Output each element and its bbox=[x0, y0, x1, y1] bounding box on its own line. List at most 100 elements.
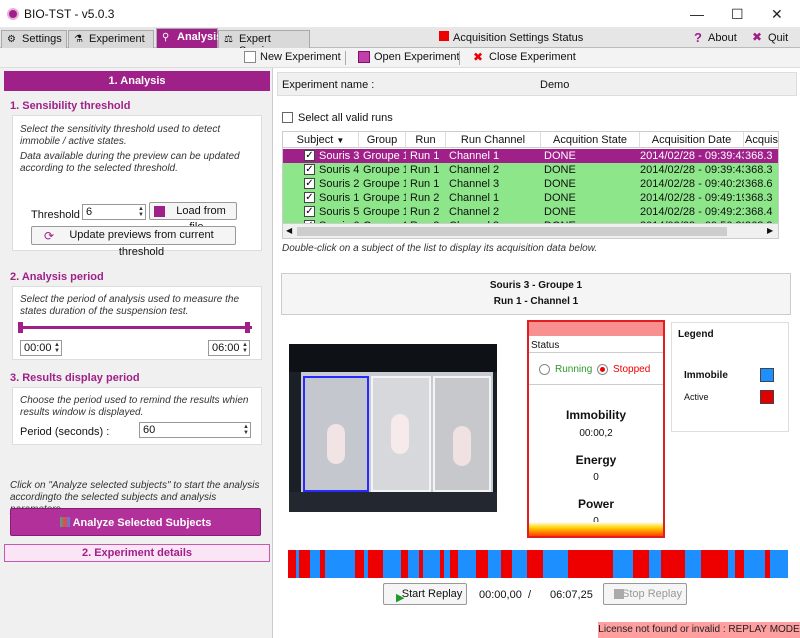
stop-replay-button[interactable]: Stop Replay bbox=[603, 583, 687, 605]
immobile-segment bbox=[628, 550, 633, 578]
spin-arrows-icon[interactable]: ▲ ▼ bbox=[242, 342, 248, 354]
analysis-section-header[interactable]: 1. Analysis bbox=[4, 71, 270, 91]
experiment-name-bar: Experiment name : Demo bbox=[277, 72, 797, 96]
quit-link[interactable]: Quit bbox=[768, 32, 788, 44]
refresh-icon: ⟳ bbox=[44, 229, 55, 243]
range-end-handle[interactable] bbox=[245, 322, 250, 333]
legend-active-swatch bbox=[760, 390, 774, 404]
table-cell: Run 2 bbox=[410, 192, 440, 204]
column-header-run[interactable]: Run bbox=[406, 132, 446, 148]
update-previews-button[interactable]: ⟳ Update previews from current threshold bbox=[31, 226, 236, 258]
column-header-subject[interactable]: Subject ▼ bbox=[283, 132, 359, 148]
immobile-segment bbox=[310, 550, 320, 578]
period-end-spinbox[interactable]: 06:00 ▲ ▼ bbox=[208, 340, 250, 356]
quit-icon[interactable]: ✖ bbox=[752, 30, 762, 44]
table-row[interactable]: ✓ Souris 4 Groupe 1 Run 1 Channel 2 DONE 2014/… bbox=[283, 163, 778, 177]
tab-analysis-label: Analysis bbox=[177, 31, 223, 43]
table-body: ✓ Souris 3 Groupe 1 Run 1 Channel 1 DONE 2014/… bbox=[283, 149, 778, 224]
experiment-panel: Experiment name : Demo Select all valid … bbox=[272, 68, 800, 638]
column-header-acquisition-state[interactable]: Acquition State bbox=[541, 132, 640, 148]
legend-active-label: Active bbox=[684, 392, 709, 402]
immobile-segment bbox=[744, 550, 757, 578]
select-all-checkbox[interactable] bbox=[282, 112, 293, 123]
row-checkbox[interactable]: ✓ bbox=[304, 178, 315, 189]
column-header-group[interactable]: Group bbox=[359, 132, 406, 148]
stop-icon bbox=[614, 589, 624, 599]
immobile-segment bbox=[344, 550, 355, 578]
spin-arrows-icon[interactable]: ▲ ▼ bbox=[54, 342, 60, 354]
immobile-segment bbox=[651, 550, 661, 578]
tab-experiment[interactable]: ⚗ Experiment bbox=[68, 30, 154, 48]
period-seconds-spinbox[interactable]: 60 ▲ ▼ bbox=[139, 422, 251, 438]
column-header-acquisition-duration[interactable]: Acquis bbox=[744, 132, 778, 148]
threshold-value: 6 bbox=[86, 206, 93, 218]
scroll-right-icon[interactable]: ▶ bbox=[767, 226, 773, 235]
immobile-segment bbox=[543, 550, 551, 578]
about-link[interactable]: About bbox=[708, 32, 737, 44]
table-row[interactable]: ✓ Souris 1 Groupe 1 Run 2 Channel 1 DONE 2014/… bbox=[283, 191, 778, 205]
select-all-label: Select all valid runs bbox=[298, 112, 393, 124]
load-file-icon bbox=[154, 206, 165, 217]
table-cell: Run 1 bbox=[410, 164, 440, 176]
table-cell: DONE bbox=[544, 150, 576, 162]
immobile-segment bbox=[732, 550, 735, 578]
table-row[interactable]: ✓ Souris 2 Groupe 1 Run 1 Channel 3 DONE 2014/… bbox=[283, 177, 778, 191]
chart-icon bbox=[59, 517, 70, 527]
table-cell: DONE bbox=[544, 192, 576, 204]
power-label: Power bbox=[577, 497, 614, 511]
immobile-segment bbox=[685, 550, 699, 578]
mouse-3 bbox=[453, 426, 471, 466]
running-radio[interactable] bbox=[539, 364, 550, 375]
immobile-segment bbox=[499, 550, 501, 578]
experiment-details-section-header[interactable]: 2. Experiment details bbox=[4, 544, 270, 562]
app-logo-icon bbox=[7, 8, 19, 20]
video-floor bbox=[289, 492, 497, 512]
new-experiment-button[interactable]: New Experiment bbox=[244, 51, 341, 63]
help-icon[interactable]: ? bbox=[694, 30, 702, 45]
horizontal-scrollbar[interactable]: ◀ ▶ bbox=[283, 223, 778, 238]
row-checkbox[interactable]: ✓ bbox=[304, 192, 315, 203]
legend-immobile-swatch bbox=[760, 368, 774, 382]
threshold-spinbox[interactable]: 6 ▲ ▼ bbox=[82, 204, 146, 220]
scroll-left-icon[interactable]: ◀ bbox=[286, 226, 292, 235]
start-replay-button[interactable]: ▶ Start Replay bbox=[383, 583, 467, 605]
table-cell: 368.3 bbox=[745, 150, 773, 162]
tab-analysis[interactable]: ⚲ Analysis bbox=[156, 28, 222, 48]
row-checkbox[interactable]: ✓ bbox=[304, 164, 315, 175]
state-timeline[interactable] bbox=[288, 550, 788, 578]
table-row[interactable]: ✓ Souris 5 Groupe 1 Run 2 Channel 2 DONE 2014/… bbox=[283, 205, 778, 219]
spin-arrows-icon[interactable]: ▲ ▼ bbox=[243, 424, 249, 436]
tab-settings[interactable]: ⚙ Settings bbox=[1, 30, 67, 48]
open-experiment-button[interactable]: Open Experiment bbox=[358, 51, 460, 63]
tab-expert-scoring[interactable]: ⚖Expert Scoring bbox=[218, 30, 310, 57]
selected-run-line: Run 1 - Channel 1 bbox=[493, 296, 579, 307]
mouse-2 bbox=[391, 414, 409, 454]
close-window-button[interactable]: ✕ bbox=[771, 6, 783, 23]
minimize-button[interactable]: — bbox=[690, 6, 704, 22]
immobile-segment bbox=[325, 550, 336, 578]
immobile-segment bbox=[431, 550, 440, 578]
main-tab-bar: ⚙ Settings ⚗ Experiment ⚲ Analysis ⚖ Expert … bbox=[0, 28, 800, 57]
period-seconds-label: Period (seconds) : bbox=[20, 426, 110, 438]
column-header-run-channel[interactable]: Run Channel bbox=[446, 132, 541, 148]
analysis-range-slider[interactable] bbox=[20, 326, 252, 329]
spin-arrows-icon[interactable]: ▲ ▼ bbox=[138, 206, 144, 218]
row-checkbox[interactable]: ✓ bbox=[304, 206, 315, 217]
table-cell: Groupe 1 bbox=[363, 178, 406, 190]
range-start-handle[interactable] bbox=[18, 322, 23, 333]
column-header-acquisition-date[interactable]: Acquisition Date bbox=[640, 132, 744, 148]
maximize-button[interactable]: ☐ bbox=[731, 6, 744, 23]
load-from-file-button[interactable]: Load from file... bbox=[149, 202, 237, 233]
stopped-radio[interactable] bbox=[597, 364, 608, 375]
legend-immobile-label: Immobile bbox=[684, 370, 728, 381]
table-row[interactable]: ✓ Souris 3 Groupe 1 Run 1 Channel 1 DONE 2014/… bbox=[283, 149, 778, 163]
scrollbar-thumb[interactable] bbox=[297, 227, 727, 236]
close-experiment-button[interactable]: ✖ Close Experiment bbox=[473, 51, 576, 63]
period-start-spinbox[interactable]: 00:00 ▲ ▼ bbox=[20, 340, 62, 356]
sort-down-icon[interactable]: ▼ bbox=[336, 136, 344, 145]
immobile-segment bbox=[458, 550, 466, 578]
row-checkbox[interactable]: ✓ bbox=[304, 150, 315, 161]
table-cell: Groupe 1 bbox=[363, 206, 406, 218]
analyze-selected-subjects-button[interactable]: Analyze Selected Subjects bbox=[10, 508, 261, 536]
table-cell: 2014/02/28 - 09:39:43 bbox=[640, 164, 744, 176]
